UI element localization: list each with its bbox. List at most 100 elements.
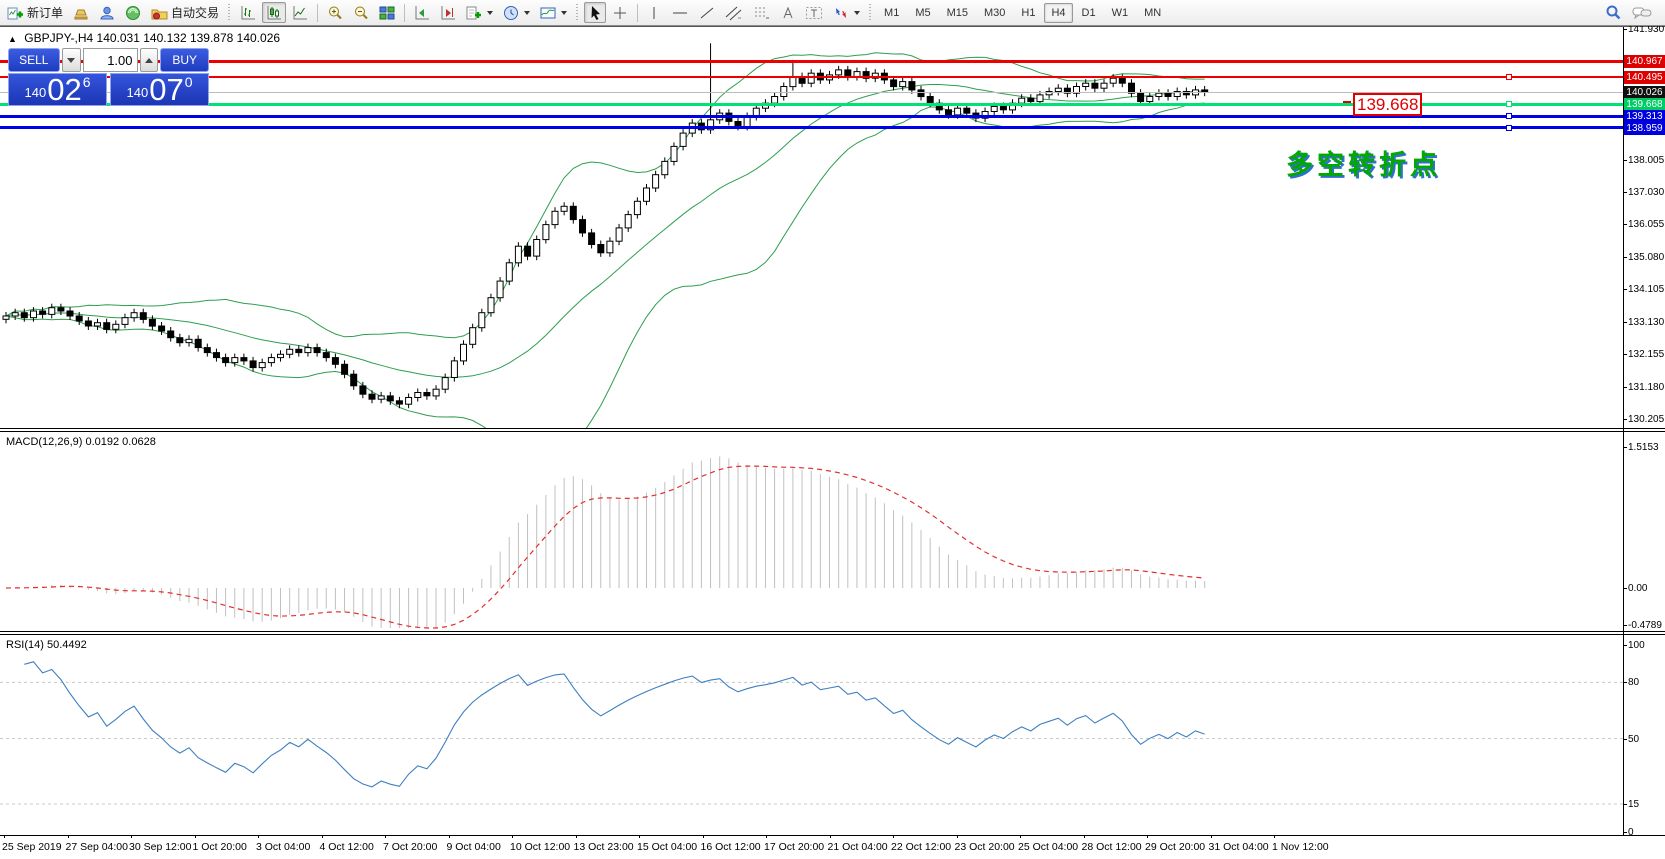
- vertical-line-icon: [648, 5, 660, 21]
- main-price-chart[interactable]: [0, 27, 1623, 428]
- community-button[interactable]: [95, 2, 119, 23]
- date-tick: [1211, 835, 1212, 838]
- volume-decrease-button[interactable]: [62, 48, 81, 72]
- timeframe-button-m1[interactable]: M1: [877, 3, 906, 23]
- line-handle[interactable]: [1506, 125, 1512, 131]
- macd-scale-value: -0.4789: [1628, 620, 1662, 631]
- candlestick-chart-icon: [266, 5, 282, 21]
- candlestick-chart-button[interactable]: [262, 2, 286, 23]
- horizontal-line-tool-button[interactable]: [667, 2, 693, 23]
- channel-tool-button[interactable]: [721, 2, 747, 23]
- auto-trading-button[interactable]: 自动交易: [147, 2, 223, 23]
- symbol-period-label: GBPJPY-,H4: [24, 31, 93, 45]
- line-handle[interactable]: [1506, 74, 1512, 80]
- date-label: 29 Oct 20:00: [1145, 841, 1205, 853]
- line-handle[interactable]: [1506, 113, 1512, 119]
- timeframe-button-w1[interactable]: W1: [1105, 3, 1136, 23]
- periods-button[interactable]: [499, 2, 534, 23]
- price-scale-value: 131.180: [1628, 382, 1664, 393]
- macd-indicator-chart[interactable]: [0, 432, 1623, 631]
- bid-prefix: 140: [25, 85, 47, 100]
- panel-separator[interactable]: [0, 428, 1665, 429]
- timeframe-button-h4[interactable]: H4: [1044, 3, 1072, 23]
- templates-icon: [540, 5, 556, 21]
- price-scale-tick: [1623, 224, 1627, 225]
- bid-quote[interactable]: 140 02 6: [8, 73, 107, 106]
- zoom-in-button[interactable]: [323, 2, 347, 23]
- ask-sup: 0: [185, 74, 193, 90]
- line-chart-button[interactable]: [288, 2, 312, 23]
- periods-dropdown-caret[interactable]: [524, 11, 530, 15]
- price-scale-area[interactable]: [1624, 27, 1665, 855]
- timeframe-button-m30[interactable]: M30: [977, 3, 1012, 23]
- trendline-icon: [699, 5, 715, 21]
- date-label: 13 Oct 23:00: [574, 841, 634, 853]
- price-scale-value: 132.155: [1628, 349, 1664, 360]
- templates-button[interactable]: [536, 2, 571, 23]
- line-handle[interactable]: [1506, 101, 1512, 107]
- market-watch-button[interactable]: [69, 2, 93, 23]
- rsi-line: [24, 662, 1204, 787]
- gold-icon: [73, 5, 89, 21]
- cursor-icon: [588, 5, 602, 21]
- indicators-dropdown-caret[interactable]: [487, 11, 493, 15]
- fibonacci-tool-button[interactable]: [749, 2, 775, 23]
- horizontal-line-138.959[interactable]: [0, 126, 1623, 129]
- search-button[interactable]: [1601, 2, 1626, 23]
- rsi-scale-value: 100: [1628, 640, 1645, 651]
- arrows-dropdown-caret[interactable]: [854, 11, 860, 15]
- rsi-scale-value: 50: [1628, 734, 1639, 745]
- ask-main: 07: [149, 75, 183, 104]
- collapse-icon[interactable]: ▲: [8, 34, 17, 44]
- date-label: 21 Oct 04:00: [828, 841, 888, 853]
- timeframe-button-h1[interactable]: H1: [1014, 3, 1042, 23]
- date-label: 1 Oct 20:00: [193, 841, 247, 853]
- templates-dropdown-caret[interactable]: [561, 11, 567, 15]
- horizontal-line-140.495[interactable]: [0, 76, 1623, 78]
- toolbar-separator: [637, 4, 638, 22]
- rsi-scale-tick: [1623, 645, 1627, 646]
- date-label: 30 Sep 12:00: [129, 841, 191, 853]
- vertical-line-tool-button[interactable]: [643, 2, 665, 23]
- tile-windows-button[interactable]: [375, 2, 399, 23]
- macd-scale-tick: [1623, 625, 1627, 626]
- auto-scroll-button[interactable]: [410, 2, 434, 23]
- date-label: 15 Oct 04:00: [637, 841, 697, 853]
- timeframe-button-m5[interactable]: M5: [908, 3, 937, 23]
- zoom-out-button[interactable]: [349, 2, 373, 23]
- signals-button[interactable]: [121, 2, 145, 23]
- date-label: 9 Oct 04:00: [447, 841, 501, 853]
- rsi-indicator-chart[interactable]: [0, 635, 1623, 835]
- arrows-tool-button[interactable]: [829, 2, 864, 23]
- bar-chart-button[interactable]: [236, 2, 260, 23]
- date-tick: [1147, 835, 1148, 838]
- cursor-tool-button[interactable]: [584, 2, 606, 23]
- line-chart-icon: [292, 5, 308, 21]
- buy-button[interactable]: BUY: [160, 48, 209, 72]
- text-label-tool-button[interactable]: [801, 2, 827, 23]
- chart-shift-button[interactable]: [436, 2, 460, 23]
- date-tick: [449, 835, 450, 838]
- volume-input[interactable]: [83, 48, 138, 72]
- chart-annotation-text[interactable]: 多空转折点: [1286, 143, 1441, 182]
- clock-icon: [503, 5, 519, 21]
- zoom-in-icon: [327, 5, 343, 21]
- sell-button[interactable]: SELL: [8, 48, 60, 72]
- zoom-out-icon: [353, 5, 369, 21]
- volume-increase-button[interactable]: [140, 48, 159, 72]
- chat-button[interactable]: [1628, 2, 1656, 23]
- timeframe-button-d1[interactable]: D1: [1075, 3, 1103, 23]
- ask-quote[interactable]: 140 07 0: [110, 73, 209, 106]
- one-click-trading-panel: SELL BUY 140 02 6 140 07 0: [8, 48, 209, 106]
- panel-separator[interactable]: [0, 631, 1665, 632]
- trendline-tool-button[interactable]: [695, 2, 719, 23]
- text-tool-button[interactable]: [777, 2, 799, 23]
- new-order-button[interactable]: 新订单: [3, 2, 67, 23]
- price-tag-label[interactable]: 139.668: [1353, 93, 1422, 116]
- horizontal-line-140.967[interactable]: [0, 60, 1623, 63]
- timeframe-button-mn[interactable]: MN: [1137, 3, 1168, 23]
- timeframe-button-m15[interactable]: M15: [940, 3, 975, 23]
- crosshair-tool-button[interactable]: [608, 2, 632, 23]
- equidistant-channel-icon: [725, 5, 743, 21]
- indicators-button[interactable]: [462, 2, 497, 23]
